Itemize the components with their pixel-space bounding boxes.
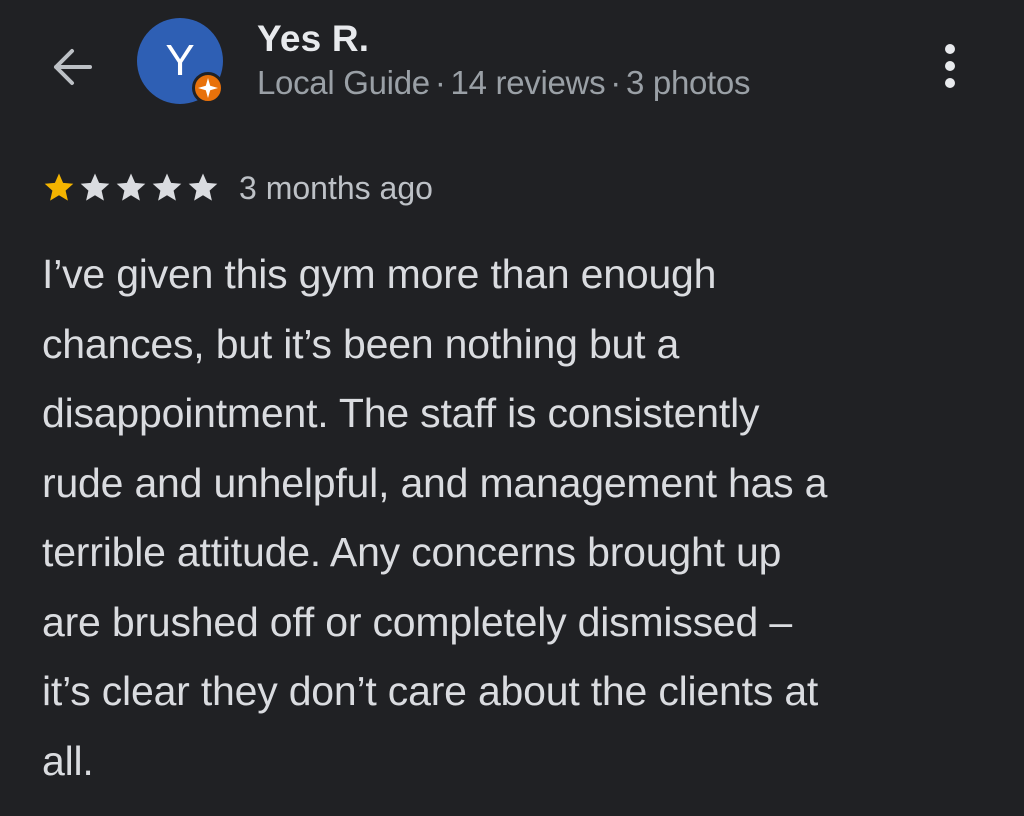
arrow-left-icon [54, 49, 92, 85]
more-vertical-icon [945, 44, 955, 88]
review-text: I’ve given this gym more than enough chan… [42, 240, 1002, 796]
review-text-line: rude and unhelpful, and management has a [42, 459, 828, 506]
star-empty-icon [116, 173, 146, 201]
reviewer-level: Local Guide [257, 64, 430, 101]
review-text-line: chances, but it’s been nothing but a [42, 320, 680, 367]
star-empty-icon [80, 173, 110, 201]
meta-separator: · [434, 64, 446, 101]
star-empty-icon [188, 173, 218, 201]
star-filled-icon [44, 173, 74, 201]
review-text-line: all. [42, 737, 94, 784]
rating-row: 3 months ago [42, 166, 433, 210]
review-time: 3 months ago [239, 169, 433, 206]
review-text-line: I’ve given this gym more than enough [42, 251, 717, 297]
review-text-line: it’s clear they don’t care about the cli… [42, 668, 819, 714]
meta-separator: · [610, 64, 621, 101]
more-options-button[interactable] [930, 38, 970, 94]
review-text-line: terrible attitude. Any concerns brought … [42, 529, 782, 575]
reviewer-photo-count: 3 photos [625, 64, 751, 101]
reviewer-name[interactable]: Yes R. [257, 18, 369, 60]
review-text-line: are brushed off or completely dismissed … [42, 598, 792, 645]
star-rating [42, 171, 222, 205]
review-text-line: disappointment. The staff is consistentl… [42, 390, 760, 436]
reviewer-review-count: 14 reviews [450, 64, 606, 101]
reviewer-meta: Local Guide · 14 reviews · 3 photos [257, 64, 750, 102]
local-guide-badge-icon [192, 72, 224, 104]
avatar[interactable]: Y [137, 18, 224, 104]
back-button[interactable] [46, 40, 100, 94]
star-empty-icon [152, 173, 182, 201]
